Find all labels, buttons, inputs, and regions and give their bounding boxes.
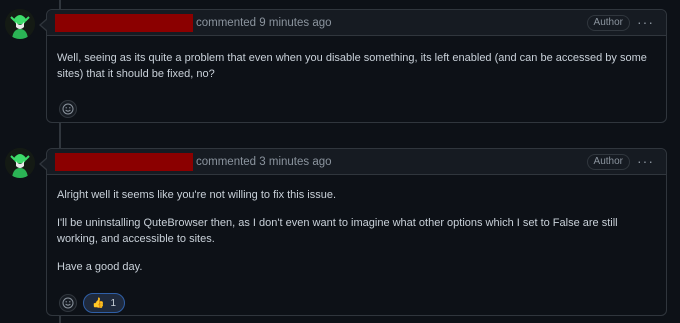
comment-paragraph: Well, seeing as its quite a problem that… [57, 52, 647, 80]
kebab-menu-icon[interactable]: ··· [637, 13, 654, 31]
comment-timestamp[interactable]: commented 9 minutes ago [196, 17, 332, 29]
smiley-icon [62, 297, 74, 309]
comment-header: commented 3 minutes ago Author ··· [47, 149, 666, 175]
reactions-bar [47, 100, 666, 128]
comment-card: commented 9 minutes ago Author ··· Well,… [39, 9, 667, 123]
comment-body: Well, seeing as its quite a problem that… [47, 36, 666, 100]
thumbs-up-icon: 👍 [92, 297, 105, 309]
reactions-bar: 👍 1 [47, 293, 666, 323]
comment-paragraph: I'll be uninstalling QuteBrowser then, a… [57, 217, 618, 245]
comment-header: commented 9 minutes ago Author ··· [47, 10, 666, 36]
issue-timeline: commented 9 minutes ago Author ··· Well,… [0, 0, 680, 323]
comment-body: Alright well it seems like you're not wi… [47, 175, 666, 293]
redacted-username [55, 13, 193, 32]
add-reaction-button[interactable] [59, 100, 77, 118]
comment-card: commented 3 minutes ago Author ··· Alrig… [39, 148, 667, 316]
comment-paragraph: Alright well it seems like you're not wi… [57, 189, 337, 201]
avatar[interactable] [5, 9, 35, 39]
comment-paragraph: Have a good day. [57, 261, 143, 273]
thumbs-up-reaction-button[interactable]: 👍 1 [83, 293, 126, 313]
kebab-menu-icon[interactable]: ··· [637, 152, 654, 170]
avatar-icon [5, 9, 35, 39]
avatar[interactable] [5, 148, 35, 178]
author-badge: Author [586, 154, 630, 170]
author-badge: Author [586, 15, 630, 31]
comment-timestamp[interactable]: commented 3 minutes ago [196, 156, 332, 168]
redacted-username [55, 152, 193, 171]
reaction-count: 1 [110, 297, 117, 309]
add-reaction-button[interactable] [59, 294, 77, 312]
smiley-icon [62, 103, 74, 115]
avatar-icon [5, 148, 35, 178]
